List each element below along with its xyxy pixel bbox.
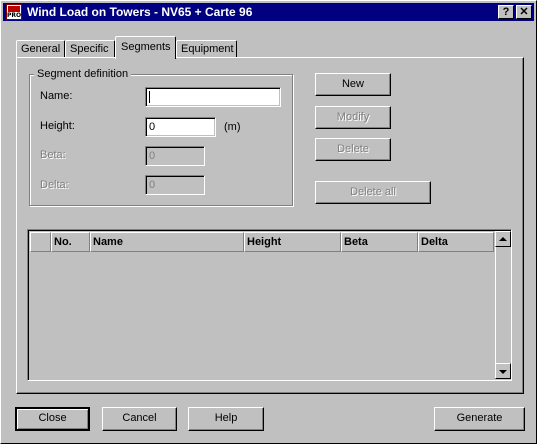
beta-input[interactable]: 0 — [145, 146, 205, 166]
beta-label: Beta: — [40, 149, 66, 161]
scroll-down-arrow-icon — [499, 370, 507, 374]
name-label: Name: — [40, 90, 73, 102]
tab-equipment[interactable]: Equipment — [176, 40, 237, 58]
delta-label: Delta: — [40, 179, 69, 191]
table-vertical-scrollbar[interactable] — [495, 231, 511, 379]
tab-segments[interactable]: Segments — [115, 36, 176, 59]
scroll-down-button[interactable] — [495, 363, 511, 379]
table-header-beta[interactable]: Beta — [341, 232, 418, 252]
scroll-up-arrow-icon — [499, 237, 507, 241]
app-icon-label: PRO — [7, 12, 22, 19]
text-caret — [149, 91, 150, 103]
height-input[interactable]: 0 — [145, 117, 216, 137]
scrollbar-track[interactable] — [495, 247, 511, 363]
modify-button[interactable]: Modify — [315, 106, 391, 129]
delete-all-button[interactable]: Delete all — [315, 181, 431, 204]
tab-general[interactable]: General — [16, 40, 65, 58]
help-title-button[interactable]: ? — [498, 5, 514, 19]
close-title-button[interactable]: ✕ — [516, 5, 532, 19]
window-title: Wind Load on Towers - NV65 + Carte 96 — [27, 5, 253, 19]
help-button[interactable]: Help — [188, 407, 264, 431]
table-header-delta[interactable]: Delta — [418, 232, 494, 252]
height-unit-label: (m) — [224, 121, 241, 133]
segment-definition-title: Segment definition — [34, 68, 132, 80]
scroll-up-button[interactable] — [495, 231, 511, 247]
new-button[interactable]: New — [315, 73, 391, 96]
app-icon[interactable]: PRO — [6, 4, 22, 20]
dialog-window: PRO Wind Load on Towers - NV65 + Carte 9… — [0, 0, 537, 444]
cancel-button[interactable]: Cancel — [102, 407, 177, 431]
table-header-name[interactable]: Name — [90, 232, 244, 252]
table-header-selector[interactable] — [30, 232, 51, 252]
height-label: Height: — [40, 120, 75, 132]
table-header-height[interactable]: Height — [244, 232, 341, 252]
delta-input[interactable]: 0 — [145, 175, 205, 195]
delete-button[interactable]: Delete — [315, 138, 391, 161]
title-bar[interactable]: PRO Wind Load on Towers - NV65 + Carte 9… — [3, 3, 534, 21]
tab-specific[interactable]: Specific — [65, 40, 115, 58]
name-input[interactable] — [145, 87, 281, 107]
segments-table[interactable]: No. Name Height Beta Delta — [27, 229, 512, 381]
close-button[interactable]: Close — [15, 407, 90, 431]
table-header-no[interactable]: No. — [51, 232, 90, 252]
generate-button[interactable]: Generate — [434, 407, 525, 431]
